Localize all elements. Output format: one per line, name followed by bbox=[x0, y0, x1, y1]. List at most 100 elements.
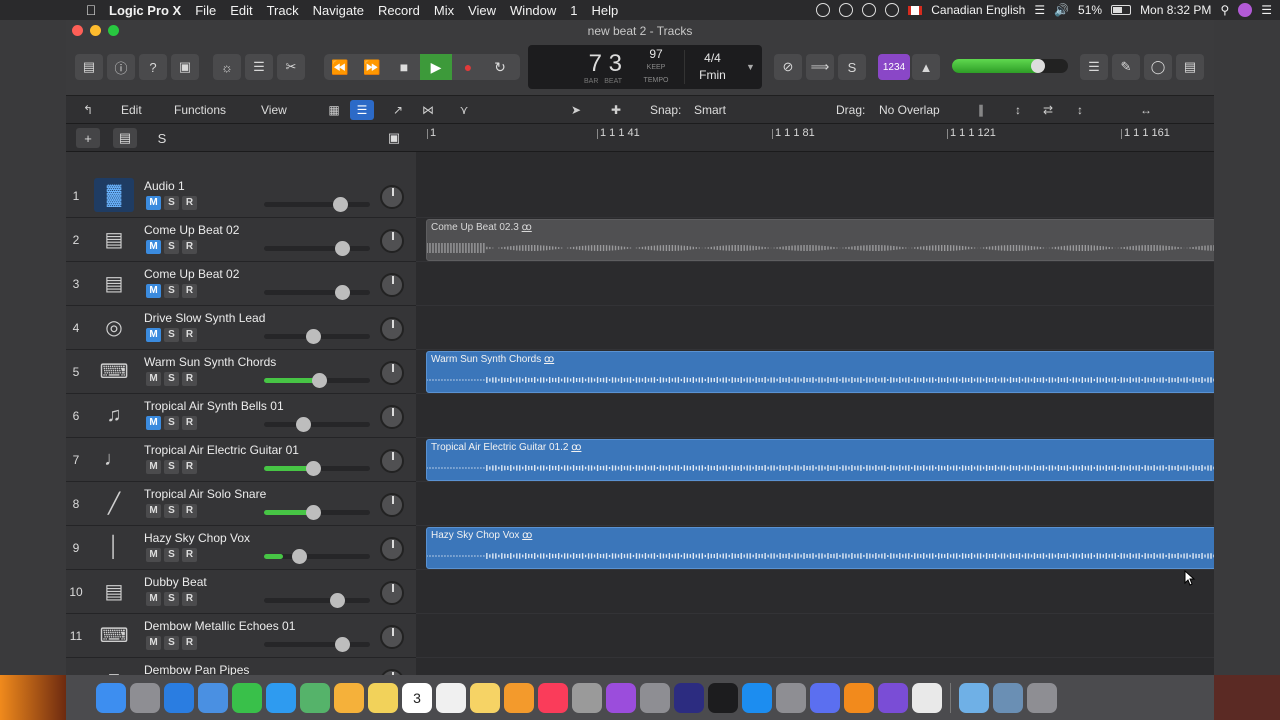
solo-button[interactable]: S bbox=[164, 372, 179, 386]
trash-icon[interactable] bbox=[1027, 682, 1057, 713]
catch-up-icon[interactable]: ↰ bbox=[76, 100, 100, 120]
solo-button[interactable]: S bbox=[164, 240, 179, 254]
siri-icon[interactable] bbox=[1238, 3, 1253, 17]
metronome-icon[interactable]: ▲ bbox=[912, 54, 940, 80]
status-icon-3[interactable] bbox=[862, 3, 877, 17]
master-volume-handle[interactable] bbox=[1030, 59, 1045, 73]
time-machine-icon[interactable] bbox=[885, 3, 900, 17]
library-button[interactable]: ▤ bbox=[75, 54, 103, 80]
track-header[interactable]: 11 ⌨ Dembow Metallic Echoes 01 M S R bbox=[66, 614, 416, 658]
logic-icon[interactable] bbox=[572, 682, 602, 713]
track-header[interactable]: 9 │ Hazy Sky Chop Vox M S R bbox=[66, 526, 416, 570]
rewind-icon[interactable]: ⏪ bbox=[324, 54, 356, 80]
track-lane[interactable] bbox=[416, 570, 1214, 614]
downloads-icon[interactable] bbox=[993, 682, 1023, 713]
fader-handle[interactable] bbox=[333, 197, 349, 212]
tv-icon[interactable] bbox=[708, 682, 738, 713]
horn-icon[interactable]: ♫ bbox=[94, 398, 134, 432]
vertical-zoom-icon[interactable]: ↕ bbox=[1006, 100, 1030, 120]
track-name[interactable]: Tropical Air Solo Snare bbox=[144, 487, 266, 501]
loop-browser-button[interactable]: ◯ bbox=[1144, 54, 1172, 80]
finder-icon[interactable] bbox=[96, 682, 126, 713]
menu-edit[interactable]: Edit bbox=[223, 3, 259, 18]
document-icon[interactable] bbox=[912, 682, 942, 713]
status-icon-2[interactable] bbox=[839, 3, 854, 17]
waveform-icon[interactable]: ▓ bbox=[94, 178, 134, 212]
mixer-button[interactable]: ☰ bbox=[245, 54, 273, 80]
pan-pipes-icon[interactable]: ≡ bbox=[94, 662, 134, 676]
timeline-ruler[interactable]: 1 1 1 1 41 1 1 1 81 1 1 1 121 1 1 1 161 bbox=[416, 124, 1214, 152]
messages-icon[interactable] bbox=[266, 682, 296, 713]
catch-icon[interactable]: ⋎ bbox=[452, 100, 476, 120]
track-name[interactable]: Dubby Beat bbox=[144, 575, 207, 589]
folder-icon[interactable] bbox=[959, 682, 989, 713]
track-name[interactable]: Warm Sun Synth Chords bbox=[144, 355, 276, 369]
track-lane[interactable] bbox=[416, 262, 1214, 306]
app-store-icon[interactable] bbox=[742, 682, 772, 713]
menu-view[interactable]: View bbox=[461, 3, 503, 18]
track-header[interactable]: 2 ▤ Come Up Beat 02 M S R bbox=[66, 218, 416, 262]
podcasts-icon[interactable] bbox=[606, 682, 636, 713]
safari-icon[interactable] bbox=[164, 682, 194, 713]
mute-button[interactable]: M bbox=[146, 548, 161, 562]
drum-machine-icon[interactable]: ▤ bbox=[94, 574, 134, 608]
audio-region[interactable]: Hazy Sky Chop Vox ꝏ bbox=[426, 527, 1214, 569]
tracks-area[interactable]: Come Up Beat 02.3 ꝏ Warm Sun Synth Chords… bbox=[416, 152, 1214, 675]
replace-button[interactable]: ⊘ bbox=[774, 54, 802, 80]
pan-knob[interactable] bbox=[380, 229, 404, 253]
fader-handle[interactable] bbox=[335, 285, 351, 300]
volume-fader[interactable] bbox=[264, 461, 370, 476]
count-in-button[interactable]: 1234 bbox=[878, 54, 910, 80]
view-menu[interactable]: View bbox=[261, 103, 287, 117]
volume-icon[interactable]: 🔊 bbox=[1054, 3, 1069, 17]
solo-button[interactable]: S bbox=[838, 54, 866, 80]
fader-handle[interactable] bbox=[330, 593, 346, 608]
record-enable-button[interactable]: R bbox=[182, 372, 197, 386]
audio-region[interactable]: Warm Sun Synth Chords ꝏ bbox=[426, 351, 1214, 393]
audio-region[interactable]: Tropical Air Electric Guitar 01.2 ꝏ bbox=[426, 439, 1214, 481]
volume-fader[interactable] bbox=[264, 285, 370, 300]
record-enable-button[interactable]: R bbox=[182, 504, 197, 518]
record-enable-button[interactable]: R bbox=[182, 284, 197, 298]
pan-knob[interactable] bbox=[380, 317, 404, 341]
menu-window[interactable]: Window bbox=[503, 3, 563, 18]
drum-machine-icon[interactable]: ▤ bbox=[94, 222, 134, 256]
volume-fader[interactable] bbox=[264, 593, 370, 608]
drag-dropdown[interactable]: No Overlap bbox=[879, 103, 940, 117]
track-name[interactable]: Come Up Beat 02 bbox=[144, 267, 239, 281]
mute-button[interactable]: M bbox=[146, 504, 161, 518]
minimize-window-button[interactable] bbox=[90, 25, 101, 36]
pan-knob[interactable] bbox=[380, 537, 404, 561]
drum-machine-icon[interactable]: ▤ bbox=[94, 266, 134, 300]
pan-knob[interactable] bbox=[380, 405, 404, 429]
mute-button[interactable]: M bbox=[146, 460, 161, 474]
track-header[interactable]: 1 ▓ Audio 1 MSR bbox=[66, 174, 416, 218]
keyboard-icon[interactable]: ⌨ bbox=[94, 354, 134, 388]
vlc-icon[interactable] bbox=[844, 682, 874, 713]
pan-knob[interactable] bbox=[380, 581, 404, 605]
menu-app-name[interactable]: Logic Pro X bbox=[102, 3, 188, 18]
record-enable-button[interactable]: R bbox=[182, 592, 197, 606]
preview-icon[interactable] bbox=[198, 682, 228, 713]
fader-handle[interactable] bbox=[296, 417, 312, 432]
track-lane[interactable] bbox=[416, 614, 1214, 658]
solo-button[interactable]: S bbox=[164, 636, 179, 650]
fader-handle[interactable] bbox=[305, 329, 321, 344]
mute-button[interactable]: M bbox=[146, 240, 161, 254]
menu-screenset[interactable]: 1 bbox=[563, 3, 584, 18]
play-icon[interactable]: ▶ bbox=[420, 54, 452, 80]
duplicate-track-button[interactable]: ▤ bbox=[113, 128, 137, 148]
messenger-icon[interactable] bbox=[810, 682, 840, 713]
mute-button[interactable]: M bbox=[146, 284, 161, 298]
snare-drum-icon[interactable]: ◎ bbox=[94, 310, 134, 344]
solo-button[interactable]: S bbox=[164, 196, 179, 210]
toolbar-button[interactable]: ▣ bbox=[171, 54, 199, 80]
stickies-icon[interactable] bbox=[470, 682, 500, 713]
calendar-icon[interactable]: 3 bbox=[402, 682, 432, 713]
track-name[interactable]: Dembow Metallic Echoes 01 bbox=[144, 619, 295, 633]
track-header[interactable]: 3 ▤ Come Up Beat 02 M S R bbox=[66, 262, 416, 306]
vertical-zoom-slider-icon[interactable]: ↕ bbox=[1068, 100, 1092, 120]
menu-file[interactable]: File bbox=[188, 3, 223, 18]
system-preferences-icon[interactable] bbox=[776, 682, 806, 713]
stop-icon[interactable]: ■ bbox=[388, 54, 420, 80]
